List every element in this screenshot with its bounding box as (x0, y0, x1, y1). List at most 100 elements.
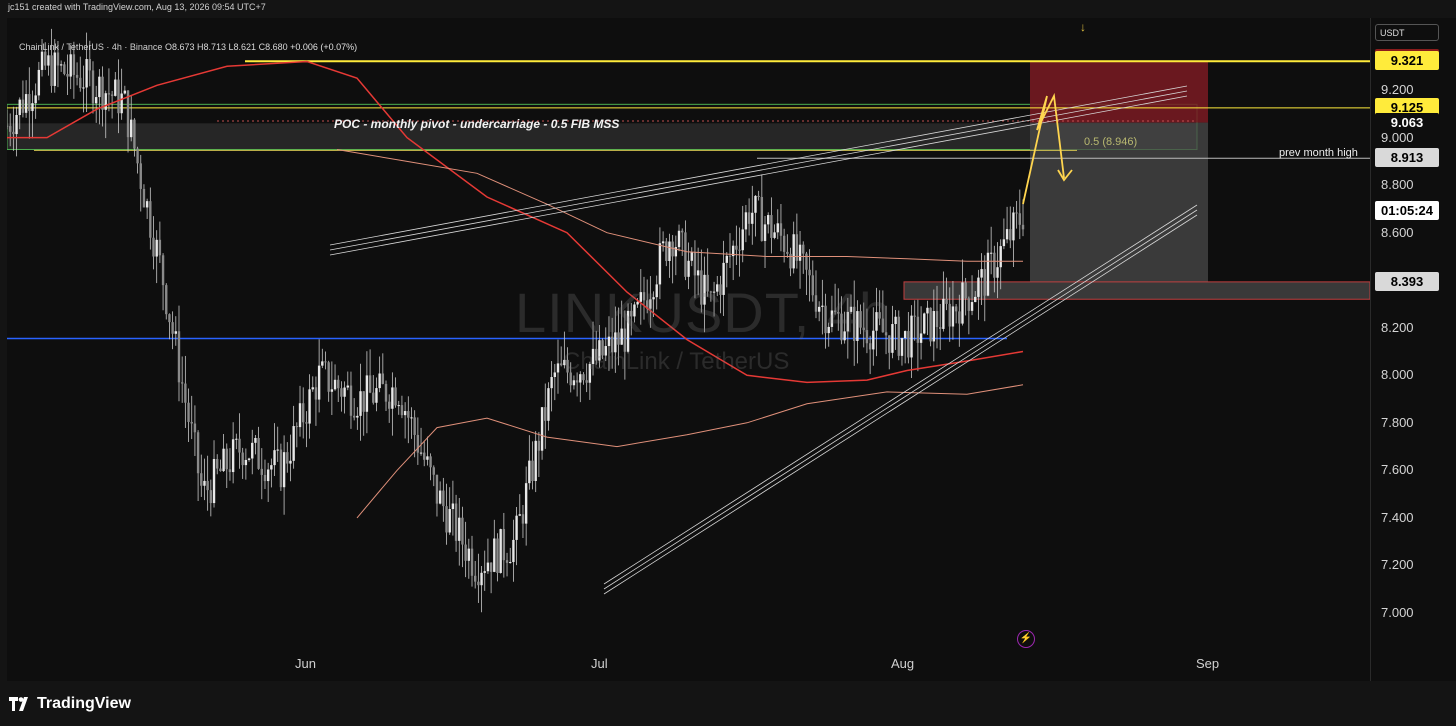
candle-body (260, 468, 263, 475)
candle-body (451, 503, 455, 510)
candle-body (168, 314, 171, 323)
candle-body (690, 252, 693, 261)
candle-body (970, 302, 974, 311)
candle-body (700, 270, 703, 305)
candle-body (575, 380, 579, 383)
candle-body (31, 103, 34, 112)
chart-frame: jc151 created with TradingView.com, Aug … (0, 0, 1456, 726)
candle-body (744, 212, 748, 230)
attribution-text: jc151 created with TradingView.com, Aug … (8, 2, 266, 12)
candle-body (566, 359, 569, 373)
candle-body (216, 459, 219, 469)
candle-body (209, 490, 213, 504)
price-tick: 8.800 (1381, 177, 1414, 193)
candle-body (486, 562, 490, 572)
time-axis[interactable]: Jun Jul Aug Sep (7, 648, 1370, 681)
candle-body (101, 76, 104, 110)
candle-body (343, 387, 346, 397)
tradingview-logo: TradingView (9, 694, 131, 714)
candle-body (123, 90, 127, 94)
candle-body (684, 232, 687, 277)
candle-body (728, 255, 732, 257)
candle-body (913, 315, 916, 317)
candle-body (308, 389, 311, 424)
candle-body (139, 163, 142, 189)
candle-body (779, 223, 783, 236)
candle-body (903, 331, 907, 339)
currency-selector[interactable]: USDT (1375, 24, 1439, 41)
candle-body (340, 388, 343, 397)
candle-body (136, 148, 139, 164)
candle-body (604, 346, 607, 356)
fib-level-annotation: 0.5 (8.946) (1084, 136, 1138, 148)
candle-body (120, 93, 123, 114)
candle-body (814, 295, 818, 312)
candle-body (786, 251, 789, 254)
price-badge: 01:05:24 (1375, 201, 1439, 221)
candle-body (572, 380, 576, 386)
price-change: +0.006 (+0.07%) (290, 42, 358, 52)
candle-body (923, 313, 926, 334)
candle-body (473, 575, 477, 582)
candle-body (416, 434, 420, 453)
candle-body (34, 95, 37, 104)
candle-body (865, 330, 869, 344)
price-badge: 8.913 (1375, 148, 1439, 168)
candle-body (798, 244, 802, 261)
candle-body (1021, 224, 1025, 230)
ohlc-open: O8.673 (164, 42, 195, 52)
candle-body (837, 312, 840, 314)
candle-body (91, 70, 95, 104)
candle-body (292, 426, 295, 461)
candle-body (238, 438, 241, 453)
candle-body (263, 474, 267, 482)
candle-body (266, 469, 270, 482)
candle-body (607, 336, 611, 347)
candle-body (757, 195, 760, 197)
chart-pane[interactable]: ChainLink / TetherUS · 4h · Binance O8.6… (7, 18, 1370, 681)
time-label-sep: Sep (1196, 656, 1220, 671)
candle-body (368, 375, 372, 393)
symbol-info-bar: ChainLink / TetherUS · 4h · Binance O8.6… (19, 42, 357, 52)
candle-body (983, 269, 986, 296)
candle-body (180, 382, 184, 384)
candle-body (738, 249, 741, 251)
lightning-icon[interactable]: ⚡ (1017, 630, 1035, 648)
price-badge: 9.321 (1375, 51, 1439, 71)
candle-body (891, 324, 894, 353)
brand-name: TradingView (37, 695, 131, 712)
candle-body (352, 415, 356, 418)
candle-body (311, 387, 314, 390)
lower-trendline-1 (603, 209, 1198, 590)
price-tick: 7.600 (1381, 462, 1414, 478)
candle-body (852, 306, 856, 341)
ma-200-line (356, 384, 1024, 519)
candle-body (400, 405, 404, 416)
candle-body (884, 332, 888, 336)
candle-body (448, 509, 451, 533)
price-badge: 8.393 (1375, 271, 1439, 291)
candle-body (547, 388, 550, 421)
candle-body (827, 326, 830, 334)
candle-body (563, 359, 566, 366)
candle-body (359, 391, 362, 416)
candle-body (72, 54, 76, 75)
candle-body (337, 379, 340, 389)
candle-body (356, 415, 359, 418)
candle-body (993, 252, 996, 278)
candle-body (387, 401, 391, 409)
candle-body (190, 421, 193, 424)
candle-body (346, 385, 349, 388)
ma-fast-line (7, 60, 1024, 384)
price-axis[interactable]: USDT 9.200 9.000 8.800 8.600 8.200 8.000 7.800… (1370, 18, 1456, 681)
candle-body (824, 305, 827, 334)
time-label-jul: Jul (591, 656, 608, 671)
candle-body (512, 539, 515, 563)
candle-body (378, 373, 381, 389)
candle-body (362, 391, 365, 412)
candle-body (601, 340, 604, 356)
candle-body (206, 480, 209, 491)
candle-body (454, 503, 458, 541)
candle-body (649, 299, 652, 309)
candle-body (66, 73, 69, 77)
